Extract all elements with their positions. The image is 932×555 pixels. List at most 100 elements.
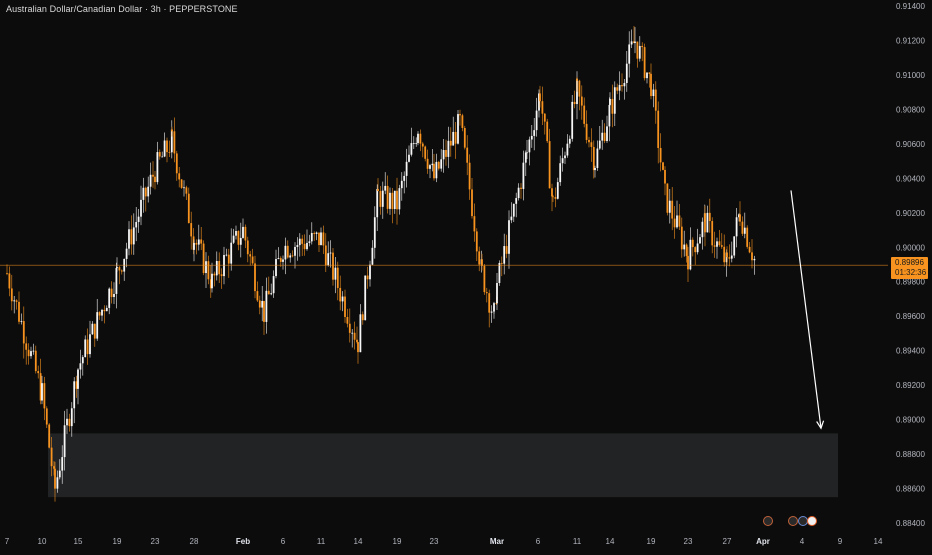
candle-body: [628, 44, 631, 64]
y-axis-tick-label: 0.90600: [896, 140, 925, 149]
candle-body: [154, 176, 156, 183]
x-axis-tick-label: 6: [281, 537, 286, 546]
candle-body: [315, 232, 318, 234]
y-axis-tick-label: 0.90800: [896, 105, 925, 114]
projection-arrow[interactable]: [790, 190, 822, 429]
y-axis-tick-label: 0.91000: [896, 71, 925, 80]
candle-body: [322, 232, 325, 246]
candle-body: [457, 114, 459, 144]
x-axis-tick-label: 23: [430, 537, 439, 546]
y-axis-tick-label: 0.90000: [896, 243, 925, 252]
candle-body: [116, 267, 118, 268]
candle-body: [668, 200, 671, 213]
candle-body: [475, 231, 478, 252]
candle-body: [110, 288, 113, 298]
candle-body: [535, 110, 538, 131]
candle-body: [520, 187, 522, 189]
candle-body: [173, 131, 176, 154]
candle-body: [571, 101, 574, 139]
candle-body: [15, 300, 18, 302]
candle-body: [89, 334, 91, 355]
candle-body: [310, 233, 313, 242]
candle-body: [706, 212, 709, 233]
candle-body: [142, 187, 145, 200]
dividend-icon[interactable]: [788, 516, 798, 526]
candle-body: [751, 252, 753, 261]
candle-body: [445, 150, 447, 157]
candle-body: [515, 198, 518, 204]
candle-body: [447, 140, 450, 157]
y-axis-tick-label: 0.89800: [896, 278, 925, 287]
candle-body: [554, 197, 557, 199]
candle-body: [289, 255, 292, 258]
candle-body: [552, 196, 554, 198]
candle-body: [149, 174, 152, 187]
candle-body: [662, 162, 664, 170]
candle-body: [6, 273, 8, 274]
candle-body: [659, 147, 662, 163]
earnings-icon[interactable]: [807, 516, 817, 526]
candle-body: [96, 312, 99, 339]
candle-body: [691, 239, 694, 248]
candle-body: [410, 143, 413, 155]
y-axis-tick-label: 0.88800: [896, 450, 925, 459]
candle-body: [303, 243, 306, 250]
candle-body: [332, 252, 334, 280]
candle-body: [576, 78, 578, 81]
candle-body: [676, 215, 678, 228]
y-axis-tick-label: 0.88600: [896, 485, 925, 494]
dividend-icon[interactable]: [763, 516, 773, 526]
candle-body: [54, 468, 56, 489]
candle-body: [301, 238, 304, 244]
candle-body: [218, 260, 221, 275]
candle-body: [232, 235, 235, 243]
candle-body: [417, 133, 419, 143]
candle-body: [359, 314, 362, 353]
candle-body: [86, 339, 89, 355]
candle-body: [267, 290, 270, 295]
candle-body: [294, 246, 296, 256]
candle-body: [424, 146, 427, 159]
candle-body: [168, 152, 171, 153]
candle-body: [175, 153, 178, 174]
candle-body: [50, 447, 53, 467]
candle-body: [270, 293, 273, 295]
candle-body: [178, 173, 181, 180]
candle-body: [346, 316, 349, 324]
candle-body: [93, 323, 96, 339]
candle-body: [120, 270, 123, 272]
candle-body: [366, 275, 369, 280]
candle-body: [386, 185, 389, 209]
chart-area[interactable]: 0.91400 0.91200 0.91000 0.90800 0.90600 0.904…: [0, 0, 932, 550]
candle-body: [596, 148, 599, 169]
demand-zone[interactable]: [48, 433, 838, 498]
x-axis-tick-label: 14: [874, 537, 883, 546]
candle-body: [701, 221, 704, 238]
candle-body: [58, 470, 61, 478]
candle-body: [671, 200, 674, 219]
candle-body: [56, 477, 59, 489]
candle-body: [485, 292, 488, 294]
candle-body: [483, 265, 486, 293]
candle-body: [683, 244, 686, 250]
candle-body: [156, 152, 159, 183]
candle-body: [716, 241, 718, 247]
bar-countdown: 01:32:36: [895, 268, 927, 277]
candle-body: [334, 267, 337, 280]
candle-body: [478, 251, 481, 265]
candle-body: [339, 287, 342, 302]
candle-body: [412, 142, 415, 144]
candle-body: [429, 165, 431, 169]
candle-body: [699, 237, 701, 244]
candlestick-chart[interactable]: 0.91400 0.91200 0.91000 0.90800 0.90600 0.904…: [0, 0, 932, 550]
candle-body: [263, 300, 265, 322]
candle-body: [205, 261, 207, 274]
candle-body: [239, 237, 242, 245]
candle-body: [235, 231, 237, 236]
candle-body: [440, 159, 443, 169]
candle-body: [454, 131, 457, 144]
candle-body: [573, 101, 576, 105]
candle-body: [723, 246, 726, 263]
candle-body: [490, 311, 493, 313]
candle-body: [613, 87, 616, 114]
